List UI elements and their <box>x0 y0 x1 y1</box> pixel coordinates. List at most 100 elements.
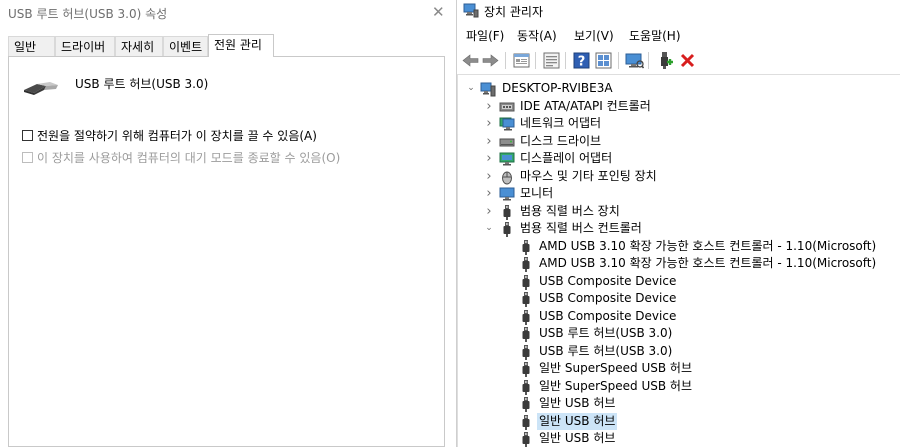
chevron-right-icon[interactable]: › <box>484 133 494 150</box>
forward-arrow-icon[interactable] <box>481 51 500 70</box>
usb-icon <box>522 239 530 255</box>
tab-driver[interactable]: 드라이버 <box>55 36 115 56</box>
tab-details[interactable]: 자세히 <box>115 36 163 56</box>
tab-power-management[interactable]: 전원 관리 <box>208 34 274 57</box>
properties-icon[interactable] <box>512 51 531 70</box>
chevron-down-icon[interactable]: ⌄ <box>484 220 494 237</box>
usb-icon <box>522 397 530 412</box>
tree-item[interactable]: AMD USB 3.10 확장 가능한 호스트 컨트롤러 - 1.10(Micr… <box>458 238 900 255</box>
tree-item[interactable]: › 마우스 및 기타 포인팅 장치 <box>458 168 900 185</box>
power-management-panel <box>8 56 445 447</box>
tree-item[interactable]: ⌄ 범용 직렬 버스 컨트롤러 <box>458 220 900 237</box>
chevron-right-icon[interactable]: › <box>484 185 494 202</box>
properties-dialog: USB 루트 허브(USB 3.0) 속성 ✕ 일반 드라이버 자세히 이벤트 … <box>0 0 457 447</box>
device-manager-app-icon <box>463 3 479 18</box>
tree-item-label: AMD USB 3.10 확장 가능한 호스트 컨트롤러 - 1.10(Micr… <box>539 256 877 270</box>
usb-icon <box>522 257 530 272</box>
tree-item-label: 일반 SuperSpeed USB 허브 <box>539 361 693 375</box>
mouse-icon <box>502 171 512 184</box>
tree-item-label: IDE ATA/ATAPI 컨트롤러 <box>520 98 651 113</box>
scan-monitor-icon[interactable] <box>625 51 644 70</box>
tree-item[interactable]: USB Composite Device <box>458 308 900 325</box>
tree-item[interactable]: USB 루트 허브(USB 3.0) <box>458 343 900 360</box>
tree-item[interactable]: › 디스플레이 어댑터 <box>458 150 900 167</box>
tree-item[interactable]: 일반 USB 허브 <box>458 395 900 412</box>
usb-icon <box>522 414 530 430</box>
toolbar-separator <box>618 52 619 69</box>
allow-power-off-label: 전원을 절약하기 위해 컴퓨터가 이 장치를 끌 수 있음(A) <box>37 129 317 143</box>
toolbar-separator <box>535 52 536 69</box>
chevron-right-icon[interactable]: › <box>484 150 494 167</box>
tree-item[interactable]: AMD USB 3.10 확장 가능한 호스트 컨트롤러 - 1.10(Micr… <box>458 255 900 272</box>
tree-item-label: 네트워크 어댑터 <box>520 116 602 130</box>
tree-item[interactable]: 일반 SuperSpeed USB 허브 <box>458 378 900 395</box>
computer-icon <box>480 82 496 97</box>
chevron-right-icon[interactable]: › <box>484 168 494 185</box>
allow-wake-checkbox <box>22 152 33 163</box>
tree-item-label: 디스플레이 어댑터 <box>520 151 613 165</box>
menu-view[interactable]: 보기(V) <box>574 27 614 44</box>
close-icon[interactable]: ✕ <box>432 3 445 21</box>
tab-general[interactable]: 일반 <box>8 36 55 56</box>
tree-item-label: 일반 USB 허브 <box>539 396 616 410</box>
tree-item[interactable]: 일반 USB 허브 <box>458 430 900 447</box>
tree-item-label: USB 루트 허브(USB 3.0) <box>539 343 673 358</box>
menu-file[interactable]: 파일(F) <box>466 27 504 44</box>
monitor-icon <box>499 187 515 201</box>
tree-item-label: USB 루트 허브(USB 3.0) <box>539 326 673 340</box>
tree-item[interactable]: USB Composite Device <box>458 290 900 307</box>
tree-item-label: 범용 직렬 버스 컨트롤러 <box>520 221 642 235</box>
back-arrow-icon[interactable] <box>461 51 480 70</box>
menu-help[interactable]: 도움말(H) <box>629 27 681 44</box>
tree-item-label: 일반 SuperSpeed USB 허브 <box>539 378 693 393</box>
network-icon <box>499 117 515 131</box>
tree-item[interactable]: › 모니터 <box>458 185 900 202</box>
usb-icon <box>503 204 511 220</box>
tree-item[interactable]: › 범용 직렬 버스 장치 <box>458 203 900 220</box>
tree-item[interactable]: 일반 SuperSpeed USB 허브 <box>458 360 900 377</box>
device-manager-title: 장치 관리자 <box>484 5 544 19</box>
tree-item-label: 일반 USB 허브 <box>537 412 618 430</box>
tree-item-label: 디스크 드라이브 <box>520 133 602 148</box>
usb-plug-icon <box>24 82 58 95</box>
toolbar: ? <box>457 46 900 74</box>
toolbar-separator <box>505 52 506 69</box>
tree-item-label: AMD USB 3.10 확장 가능한 호스트 컨트롤러 - 1.10(Micr… <box>539 238 877 253</box>
tree-item[interactable]: 일반 USB 허브 <box>458 412 900 430</box>
chevron-down-icon[interactable]: ⌄ <box>466 80 476 97</box>
usb-icon <box>522 274 530 290</box>
tree-item-label: USB Composite Device <box>539 308 677 323</box>
device-name: USB 루트 허브(USB 3.0) <box>75 77 209 91</box>
tree-item-label: 범용 직렬 버스 장치 <box>520 203 620 218</box>
display-icon <box>499 152 515 166</box>
usb-icon <box>522 432 530 447</box>
tree-item[interactable]: USB 루트 허브(USB 3.0) <box>458 325 900 342</box>
allow-power-off-checkbox[interactable] <box>22 130 33 141</box>
toolbar-separator <box>565 52 566 69</box>
tree-item[interactable]: USB Composite Device <box>458 273 900 290</box>
chevron-right-icon[interactable]: › <box>484 203 494 220</box>
properties-title-bar: USB 루트 허브(USB 3.0) 속성 ✕ <box>0 0 456 28</box>
tree-item[interactable]: › IDE ATA/ATAPI 컨트롤러 <box>458 98 900 115</box>
usb-icon <box>522 292 530 307</box>
menu-action[interactable]: 동작(A) <box>517 27 557 44</box>
usb-icon <box>522 309 530 325</box>
device-tree: ⌄ DESKTOP-RVIBE3A › IDE ATA/ATAPI 컨트롤러 › 네트워크… <box>457 74 900 447</box>
tree-item-label: 일반 USB 허브 <box>539 431 616 445</box>
tab-events[interactable]: 이벤트 <box>163 36 208 56</box>
uninstall-x-icon[interactable] <box>678 51 697 70</box>
ide-icon <box>499 102 515 111</box>
properties-title: USB 루트 허브(USB 3.0) 속성 <box>8 7 168 21</box>
usb-icon <box>522 379 530 395</box>
usb-icon <box>522 362 530 377</box>
tree-item[interactable]: › 디스크 드라이브 <box>458 133 900 150</box>
chevron-right-icon[interactable]: › <box>484 98 494 115</box>
toolbar-separator <box>648 52 649 69</box>
update-icon[interactable] <box>542 51 561 70</box>
help-icon[interactable]: ? <box>572 51 591 70</box>
show-hidden-icon[interactable] <box>594 51 613 70</box>
tree-item[interactable]: › 네트워크 어댑터 <box>458 115 900 132</box>
enable-device-icon[interactable] <box>655 51 674 70</box>
tree-item[interactable]: ⌄ DESKTOP-RVIBE3A <box>458 80 900 97</box>
chevron-right-icon[interactable]: › <box>484 115 494 132</box>
